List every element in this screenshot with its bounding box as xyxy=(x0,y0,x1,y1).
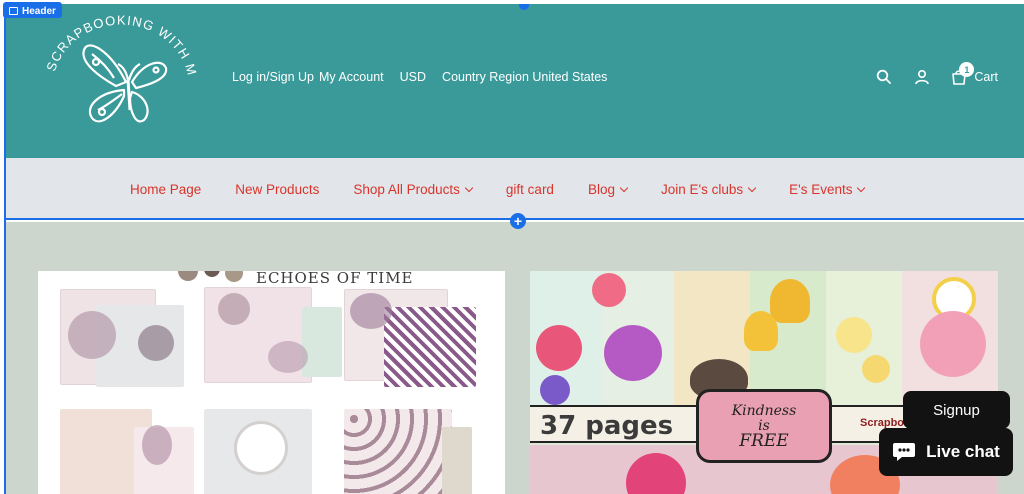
floral-decoration xyxy=(68,311,116,359)
floral-decoration xyxy=(138,325,174,361)
nav-item-blog[interactable]: Blog xyxy=(587,182,629,197)
nav-label: gift card xyxy=(505,182,554,197)
nav-item-gift-card[interactable]: gift card xyxy=(506,182,554,197)
floral-decoration xyxy=(268,341,308,373)
nav-item-events[interactable]: E's Events xyxy=(789,182,866,197)
search-icon[interactable] xyxy=(874,66,894,88)
floral-decoration xyxy=(350,293,392,329)
cart-button[interactable]: 1 Cart xyxy=(950,62,998,86)
product-image-echoes-of-time[interactable]: ECHOES OF TIME xyxy=(38,271,505,494)
gears-decoration xyxy=(178,271,243,282)
nav-item-clubs[interactable]: Join E's clubs xyxy=(660,182,757,197)
section-icon xyxy=(9,7,18,15)
header-actions: 1 Cart xyxy=(874,62,998,88)
cart-label: Cart xyxy=(974,70,998,84)
paper-sheet xyxy=(384,307,476,387)
kindness-label: Kindness is FREE xyxy=(696,389,832,463)
flower xyxy=(536,325,582,371)
kindness-line-3: FREE xyxy=(739,430,789,451)
nav-list: Home Page New Products Shop All Products… xyxy=(130,182,866,197)
kindness-line-1: Kindness xyxy=(731,402,797,419)
chevron-down-icon xyxy=(857,183,866,193)
floral-decoration xyxy=(218,293,250,325)
product-title-text: ECHOES OF TIME xyxy=(256,271,414,287)
paper-sheet xyxy=(344,409,452,494)
chevron-down-icon xyxy=(747,183,757,193)
paper-sheet xyxy=(302,307,342,377)
live-chat-button[interactable]: Live chat xyxy=(879,428,1013,476)
paper-sheet xyxy=(442,427,472,494)
flower xyxy=(626,453,686,494)
chat-bubble-icon xyxy=(893,443,916,461)
flower xyxy=(836,317,872,353)
account-link[interactable]: My Account xyxy=(319,70,384,84)
logo-text: SCRAPBOOKING WITH ME xyxy=(40,10,199,78)
nav-label: E's Events xyxy=(789,182,853,197)
section-badge-label: Header xyxy=(22,5,56,17)
nav-item-home[interactable]: Home Page xyxy=(130,182,201,197)
main-navigation: Home Page New Products Shop All Products… xyxy=(6,158,1024,220)
chevron-down-icon xyxy=(619,183,629,193)
insert-section-handle[interactable] xyxy=(519,4,529,10)
nav-item-new-products[interactable]: New Products xyxy=(235,182,319,197)
live-chat-label: Live chat xyxy=(926,442,1000,461)
flower xyxy=(540,375,570,405)
site-header: SCRAPBOOKING WITH ME Log in/Sign Up My A… xyxy=(6,4,1024,158)
utility-links: Log in/Sign Up My Account USD Country Re… xyxy=(232,70,607,84)
flower xyxy=(862,355,890,383)
flower xyxy=(770,279,810,323)
cart-count-badge: 1 xyxy=(959,62,975,77)
brand-logo[interactable]: SCRAPBOOKING WITH ME xyxy=(40,10,200,140)
nav-label: Blog xyxy=(587,182,615,197)
floral-decoration xyxy=(234,421,288,475)
flower xyxy=(592,273,626,307)
nav-label: Home Page xyxy=(130,182,202,197)
nav-item-shop-all[interactable]: Shop All Products xyxy=(353,182,474,197)
login-link[interactable]: Log in/Sign Up xyxy=(232,70,314,84)
flower xyxy=(920,311,986,377)
page-count-text: 37 pages xyxy=(540,411,674,441)
user-icon[interactable] xyxy=(912,66,932,88)
section-badge[interactable]: Header xyxy=(3,2,62,18)
flower xyxy=(604,325,662,381)
country-selector[interactable]: Country Region United States xyxy=(442,70,607,84)
add-section-button[interactable]: + xyxy=(510,213,526,229)
nav-label: Join E's clubs xyxy=(660,182,744,197)
currency-selector[interactable]: USD xyxy=(400,70,426,84)
nav-label: New Products xyxy=(235,182,320,197)
chevron-down-icon xyxy=(464,183,474,193)
signup-button[interactable]: Signup xyxy=(903,391,1010,429)
svg-text:SCRAPBOOKING WITH ME: SCRAPBOOKING WITH ME xyxy=(40,10,200,78)
flower xyxy=(744,311,778,351)
nav-label: Shop All Products xyxy=(353,182,460,197)
floral-decoration xyxy=(142,425,172,465)
